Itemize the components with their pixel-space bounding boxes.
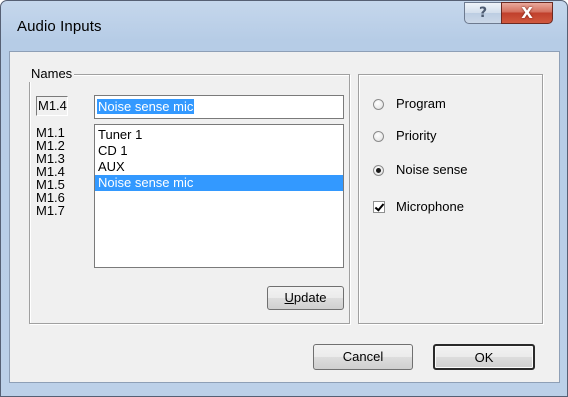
input-code-list: M1.1 M1.2 M1.3 M1.4 M1.5 M1.6 M1.7 — [36, 126, 88, 217]
names-group-label: Names — [29, 65, 75, 82]
radio-label: Noise sense — [396, 162, 468, 177]
radio-button-icon[interactable] — [373, 130, 384, 142]
microphone-checkbox-row[interactable]: Microphone — [373, 198, 464, 216]
update-accelerator: U — [284, 290, 294, 305]
radio-noise-sense[interactable]: Noise sense — [373, 161, 468, 179]
list-item[interactable]: AUX — [95, 159, 343, 175]
close-icon: X — [521, 3, 533, 22]
current-input-code: M1.4 — [36, 96, 68, 116]
dialog-client-area: Names M1.4 Noise sense mic M1.1 M1.2 M1.… — [9, 51, 560, 383]
update-label: pdate — [293, 290, 327, 305]
list-item-selected[interactable]: Noise sense mic — [95, 175, 343, 191]
radio-button-icon[interactable] — [373, 98, 384, 110]
input-code: M1.7 — [36, 203, 65, 218]
list-item[interactable]: Tuner 1 — [95, 127, 343, 143]
radio-button-checked-icon[interactable] — [373, 164, 384, 176]
help-button[interactable]: ? — [464, 2, 502, 24]
radio-priority[interactable]: Priority — [373, 127, 436, 145]
radio-program[interactable]: Program — [373, 95, 446, 113]
audio-inputs-window: Audio Inputs ? X Names M1.4 Noise sense … — [0, 0, 568, 397]
input-names-listbox[interactable]: Tuner 1 CD 1 AUX Noise sense mic — [94, 124, 344, 268]
list-item[interactable]: CD 1 — [95, 143, 343, 159]
ok-button[interactable]: OK — [433, 344, 535, 370]
input-name-field[interactable]: Noise sense mic — [94, 95, 344, 119]
update-button[interactable]: Update — [267, 286, 344, 310]
help-icon: ? — [478, 5, 488, 21]
cancel-button[interactable]: Cancel — [313, 344, 413, 370]
checkbox-label: Microphone — [396, 199, 464, 214]
input-name-value: Noise sense mic — [97, 99, 195, 114]
radio-label: Priority — [396, 128, 437, 143]
checkbox-checked-icon[interactable] — [373, 201, 385, 213]
window-title: Audio Inputs — [17, 18, 102, 35]
close-button[interactable]: X — [501, 2, 553, 24]
radio-label: Program — [396, 96, 446, 111]
